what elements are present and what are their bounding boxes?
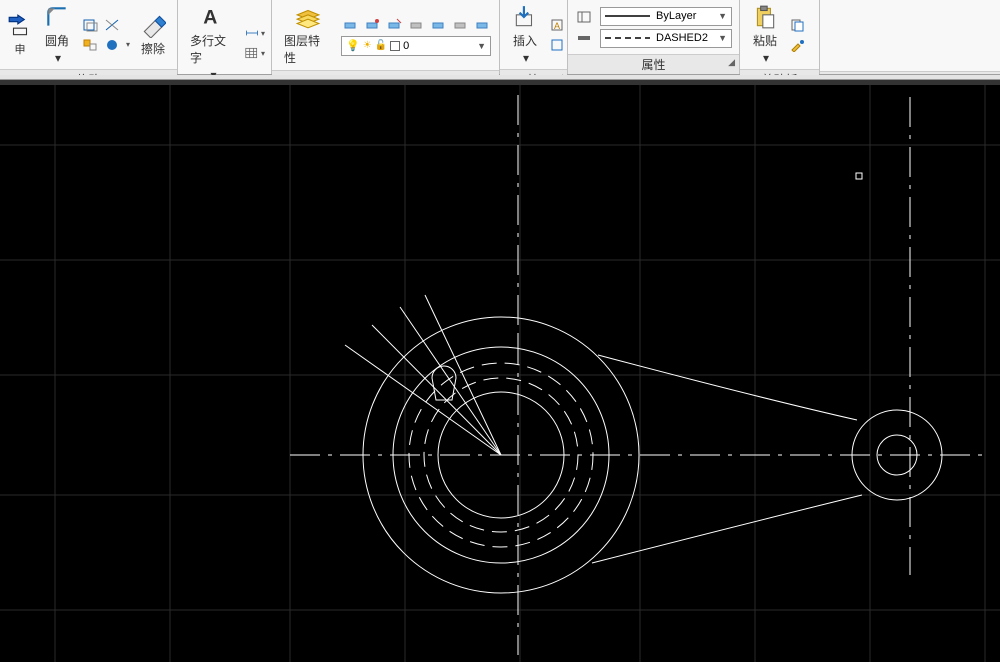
ltool-3[interactable] [385, 15, 405, 33]
ribbon: 申 圆角 ▾ ▾ [0, 0, 1000, 75]
panel-spacer [820, 0, 1000, 74]
caret-icon: ▾ [55, 51, 61, 65]
panel-clipboard: 粘贴 ▾ 剪贴板 [740, 0, 820, 74]
caret-icon: ▾ [763, 51, 769, 65]
layerprops-button[interactable]: 图层特性 [278, 2, 337, 68]
panel-properties-title: 属性◢ [568, 54, 739, 74]
ltool-2[interactable] [363, 15, 383, 33]
grid [0, 85, 1000, 662]
prop-tool-1[interactable] [574, 8, 596, 26]
color-swatch [390, 41, 400, 51]
insert-icon [512, 4, 538, 30]
layer-tools-row [341, 15, 493, 33]
mtext-label: 多行文字 [190, 32, 235, 66]
panel-block: 插入 ▾ A 块◢ [500, 0, 568, 74]
ltool-5[interactable] [429, 15, 449, 33]
drawing-area-wrap [0, 75, 1000, 662]
copy-button[interactable] [788, 16, 808, 34]
tool-a1[interactable] [80, 16, 100, 34]
caret-icon: ▾ [523, 51, 529, 65]
table-button[interactable]: ▾ [245, 44, 265, 62]
layerprops-icon [295, 4, 321, 30]
panel-modify: 申 圆角 ▾ ▾ [0, 0, 178, 74]
erase-label: 擦除 [141, 40, 165, 57]
drawing-canvas[interactable] [0, 85, 1000, 662]
paste-label: 粘贴 [753, 32, 777, 49]
panel-properties: ByLayer ▼ DASHED2 ▼ 属性◢ [568, 0, 740, 74]
ltool-4[interactable] [407, 15, 427, 33]
fillet-icon [44, 4, 70, 30]
dropdown-arrow-icon: ▼ [718, 11, 727, 21]
linetype-selector-2[interactable]: DASHED2 ▼ [600, 29, 732, 48]
insert-label: 插入 [513, 32, 537, 49]
solid-line-icon [605, 11, 650, 21]
ltool-7[interactable] [473, 15, 493, 33]
ltool-6[interactable] [451, 15, 471, 33]
svg-text:A: A [203, 7, 217, 29]
tool-b1[interactable] [80, 36, 100, 54]
stretch-button[interactable]: 申 [6, 11, 34, 59]
dim-button[interactable]: ▾ [245, 24, 265, 42]
insert-button[interactable]: 插入 ▾ [506, 2, 544, 67]
dashed-line-icon [605, 33, 650, 43]
layer-selector[interactable]: 💡 ☀ 🔓 0 ▼ [341, 36, 491, 56]
layer-name: 0 [403, 40, 474, 52]
erase-button[interactable]: 擦除 [134, 10, 172, 59]
bulb-icon: 💡 [346, 39, 360, 52]
matchprop-button[interactable] [788, 36, 808, 54]
tool-b2[interactable] [102, 36, 122, 54]
modify-small-group: ▾ [80, 16, 130, 54]
fillet-label: 圆角 [45, 32, 69, 49]
dropdown-arrow-icon: ▼ [718, 33, 727, 43]
cursor-marker [853, 170, 865, 182]
annotate-small: ▾ ▾ [245, 24, 265, 62]
expand-icon[interactable]: ◢ [728, 57, 735, 68]
linetype1-label: ByLayer [656, 10, 712, 22]
lock-icon: 🔓 [375, 40, 387, 51]
prop-tool-2[interactable] [574, 28, 596, 46]
block-tool-2[interactable] [548, 36, 568, 54]
paste-button[interactable]: 粘贴 ▾ [746, 2, 784, 67]
erase-icon [140, 12, 166, 38]
layerprops-label: 图层特性 [284, 32, 331, 66]
stretch-icon [7, 13, 33, 39]
sun-icon: ☀ [363, 40, 372, 51]
tool-a2[interactable] [102, 16, 122, 34]
panel-annotate: A 多行文字 ▾ ▾ ▾ 注释◢ [178, 0, 272, 74]
linetype2-label: DASHED2 [656, 32, 712, 44]
ltool-1[interactable] [341, 15, 361, 33]
linetype-selector-1[interactable]: ByLayer ▼ [600, 7, 732, 26]
arm [592, 355, 862, 563]
paste-icon [752, 4, 778, 30]
fillet-button[interactable]: 圆角 ▾ [38, 2, 76, 67]
mtext-button[interactable]: A 多行文字 ▾ [184, 2, 241, 84]
text-icon: A [200, 4, 226, 30]
panel-layers: 图层特性 💡 ☀ 🔓 0 ▼ [272, 0, 500, 74]
block-tool-1[interactable]: A [548, 16, 568, 34]
caret-icon: ▾ [126, 40, 130, 49]
dropdown-arrow-icon: ▼ [477, 41, 486, 51]
svg-text:A: A [554, 21, 560, 31]
